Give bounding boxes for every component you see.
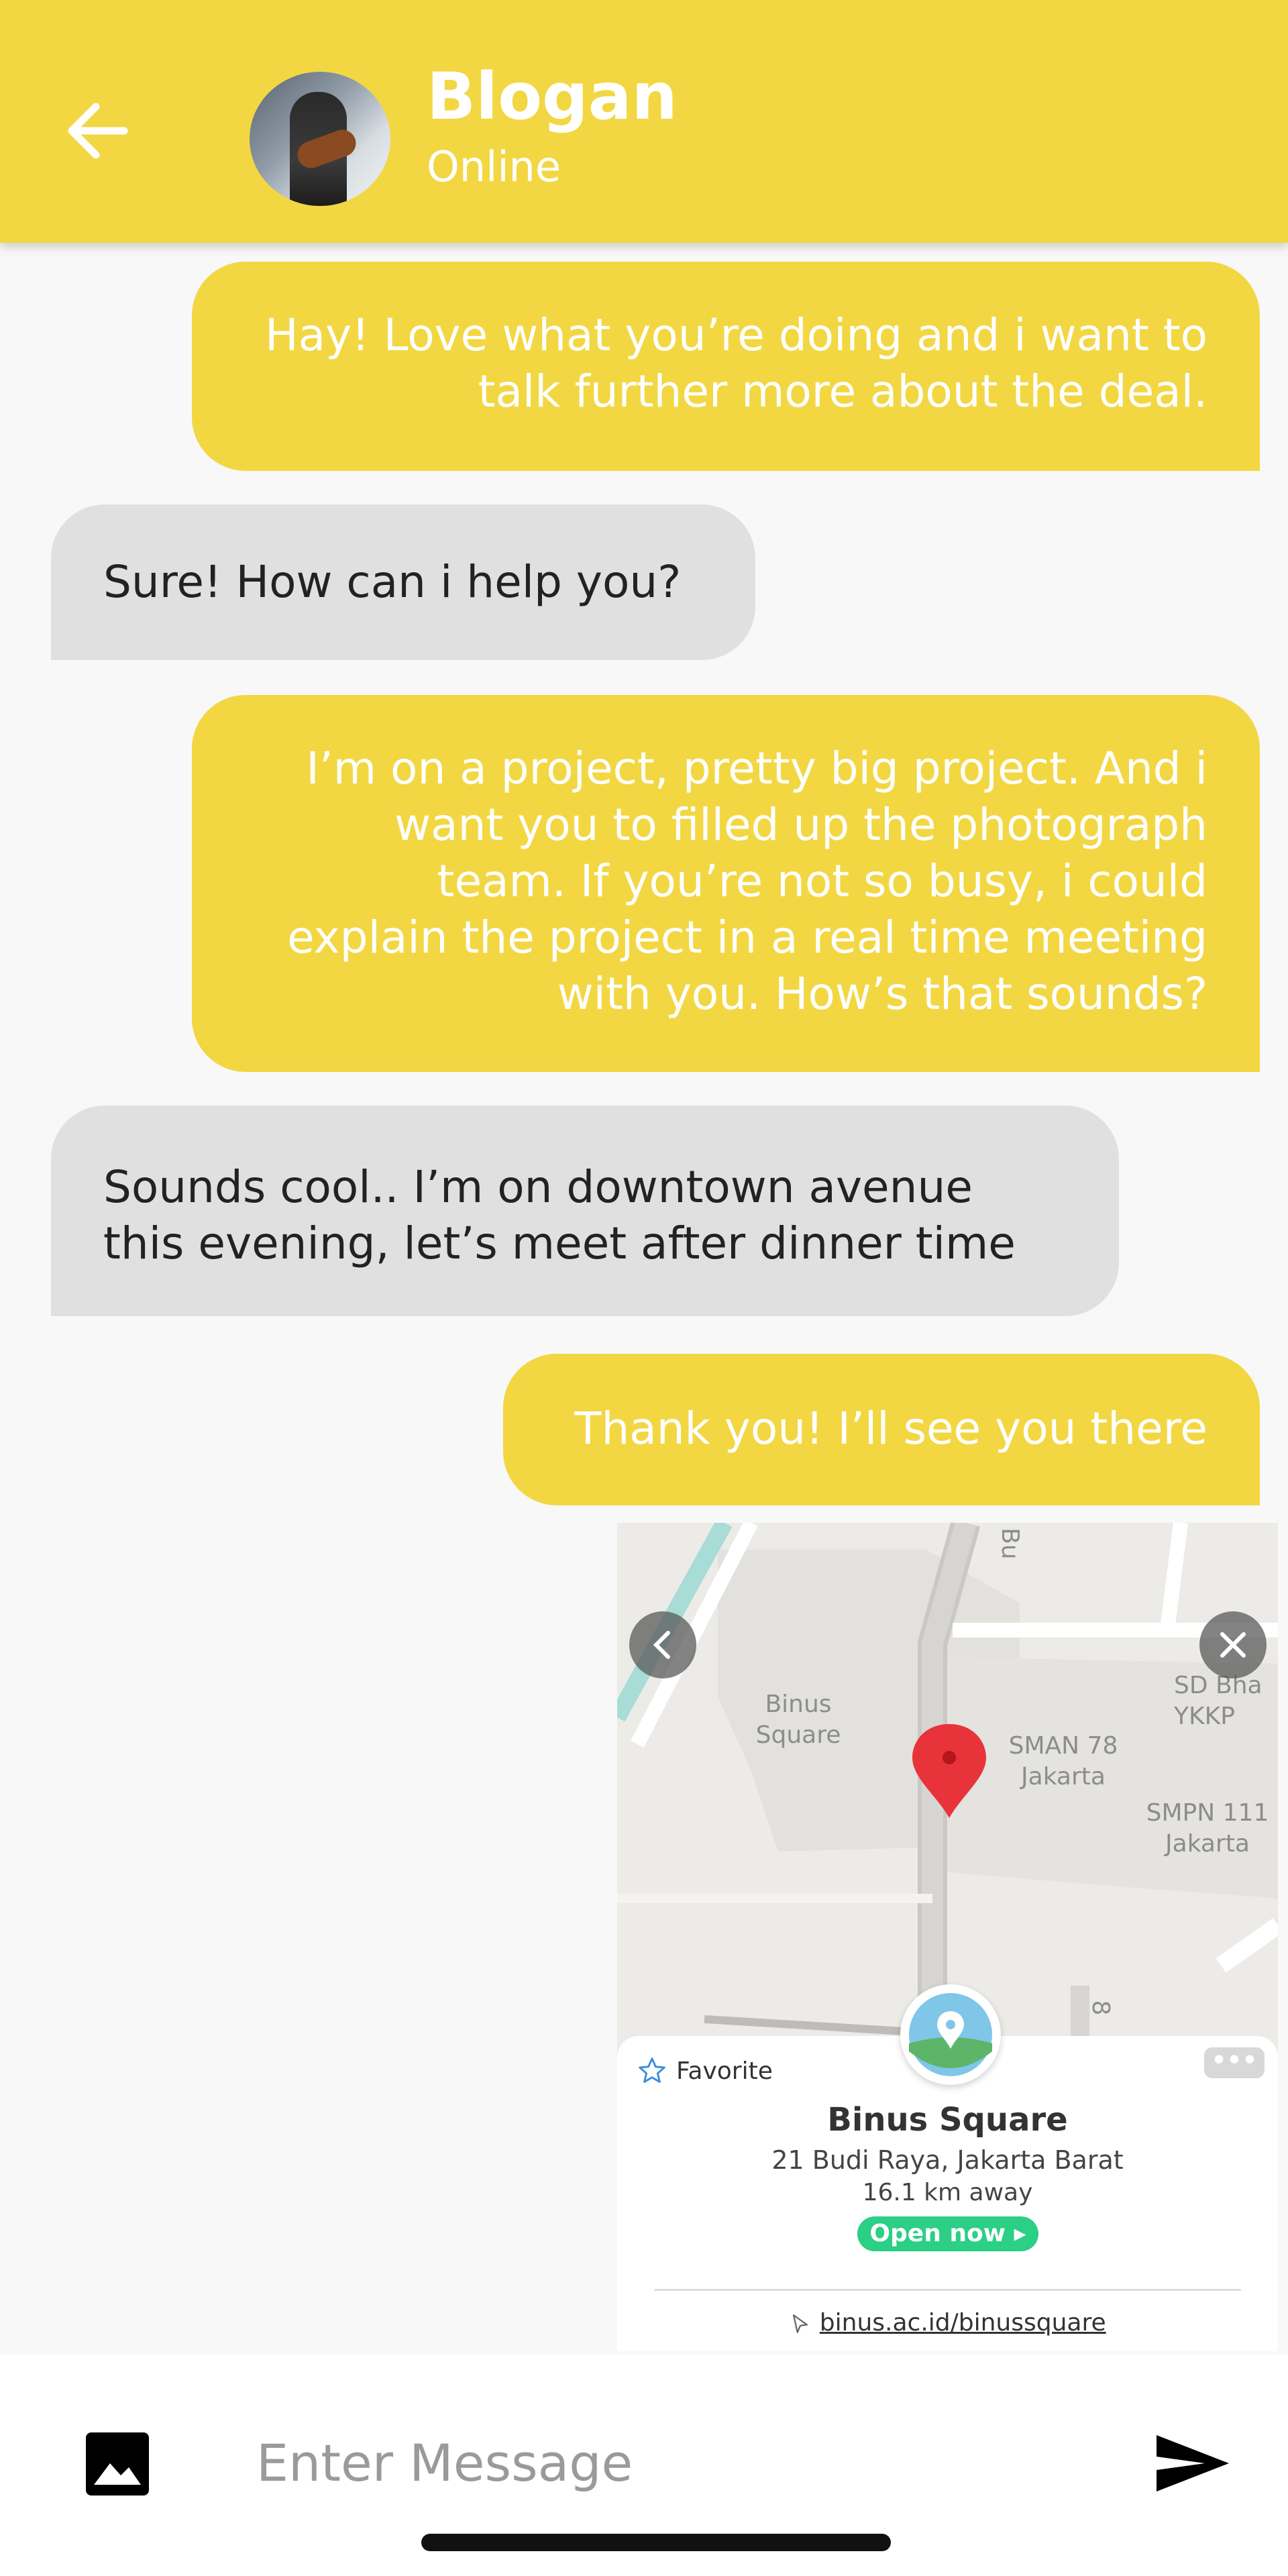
send-button[interactable] [1152,2430,1233,2497]
place-distance: 16.1 km away [862,2179,1033,2206]
chat-header: Blogan Online [0,0,1288,243]
place-name: Binus Square [827,2101,1068,2139]
map-label-sman78: SMAN 78 Jakarta [1008,1732,1118,1790]
place-category-icon [900,1984,1001,2085]
divider [654,2289,1241,2291]
more-options-button[interactable]: ••• [1204,2047,1265,2078]
map-label-binus: Binus Square [755,1690,841,1749]
map-label-sd: SD Bha YKKP [1174,1672,1263,1730]
message-input[interactable] [255,2422,1063,2504]
map-prev-button[interactable] [629,1611,696,1678]
back-button[interactable] [64,101,131,161]
arrow-left-icon [68,103,128,159]
image-icon [86,2432,149,2496]
map-close-button[interactable] [1199,1611,1267,1678]
favorite-button[interactable]: Favorite [637,2056,773,2086]
message-bubble-outgoing: I’m on a project, pretty big project. An… [192,695,1260,1072]
map-image [617,1523,1278,2059]
chevron-left-icon [653,1631,670,1659]
message-bubble-outgoing: Hay! Love what you’re doing and i want t… [192,262,1260,471]
home-indicator [421,2534,891,2551]
send-icon [1157,2435,1229,2491]
attach-image-button[interactable] [85,2431,150,2497]
favorite-label: Favorite [676,2057,773,2085]
map-label-road-top: Bu [996,1527,1024,1560]
location-map-card[interactable]: Binus Square SMAN 78 Jakarta SD Bha YKKP… [617,1523,1278,2351]
map-label-smpn111: SMPN 111 Jakarta [1146,1799,1269,1858]
star-icon [639,2057,665,2083]
map-label-road-bottom: 8 [1087,2000,1114,2016]
contact-name: Blogan [427,59,678,134]
place-website-link[interactable]: binus.ac.id/binussquare [617,2309,1278,2337]
avatar[interactable] [250,72,390,206]
message-bubble-incoming: Sure! How can i help you? [51,504,755,660]
close-icon [1220,1632,1246,1658]
message-bubble-outgoing: Thank you! I’ll see you there [503,1354,1260,1505]
message-input-bar [0,2355,1288,2576]
contact-status: Online [427,142,561,191]
cursor-icon [793,2314,808,2333]
place-address: 21 Budi Raya, Jakarta Barat [771,2145,1124,2175]
message-bubble-incoming: Sounds cool.. I’m on downtown avenue thi… [51,1106,1119,1316]
open-status-badge: Open now ▸ [857,2216,1038,2251]
place-link-text: binus.ac.id/binussquare [819,2309,1106,2337]
